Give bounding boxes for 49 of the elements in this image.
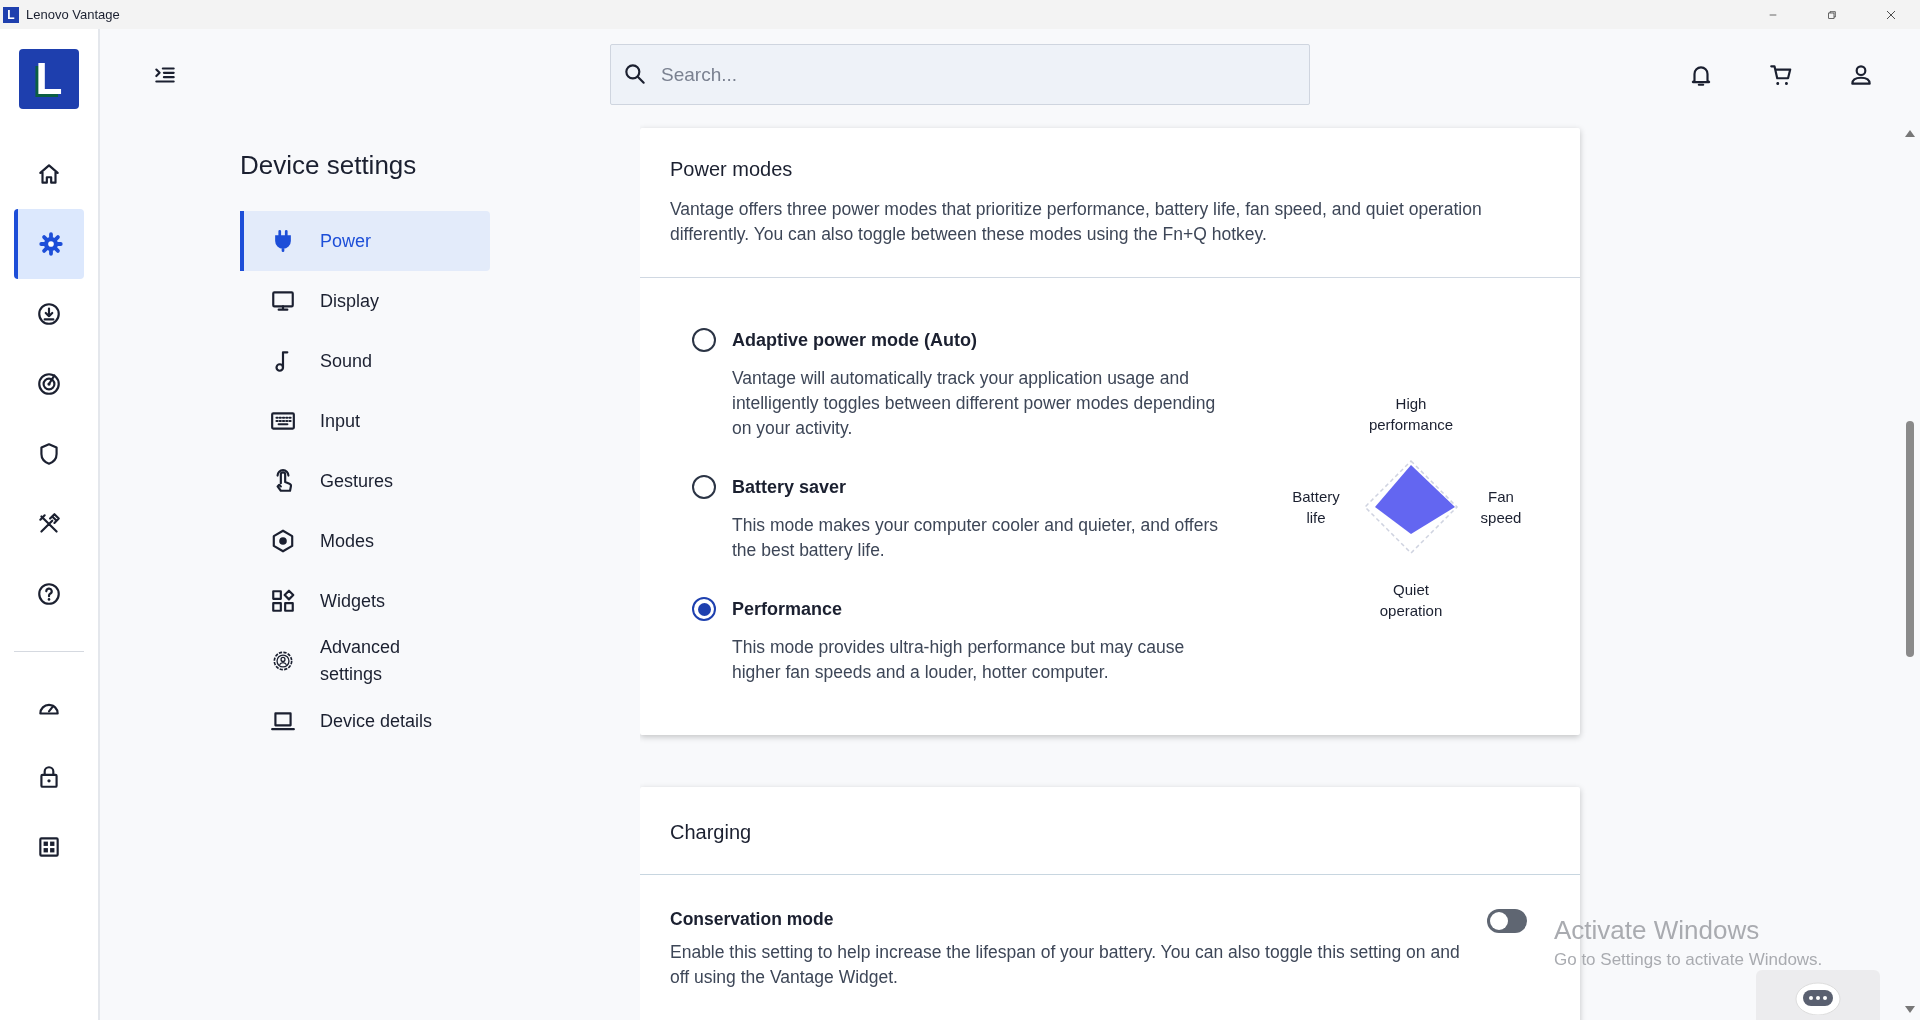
card-title: Charging	[670, 821, 753, 844]
setting-description: Enable this setting to help increase the lifespan of your battery. You can also toggle this setting on and off using the Vantage Widget.	[670, 941, 1461, 989]
scrollbar-thumb[interactable]	[1906, 421, 1914, 657]
axis-label: Battery life	[1291, 486, 1341, 528]
settings-nav-item[interactable]: Gestures	[240, 451, 490, 511]
app-logo: L	[3, 6, 19, 23]
activation-subtitle: Go to Settings to activate Windows.	[1554, 950, 1823, 970]
download-icon	[36, 301, 62, 327]
app-logo[interactable]: L	[19, 49, 79, 109]
settings-nav-item[interactable]: Advanced settings	[240, 631, 490, 691]
settings-nav-item[interactable]: Display	[240, 271, 490, 331]
activation-title: Activate Windows	[1554, 915, 1761, 946]
radio-button[interactable]	[692, 328, 716, 352]
card-description: Vantage offers three power modes that prioritize performance, battery life, fan speed, and quiet operation differently. You can also toggle between these modes using the Fn+Q hotkey.	[670, 198, 1483, 246]
axis-label: High performance	[1367, 393, 1455, 435]
option-description: This mode makes your computer cooler and quieter, and offers the best battery life.	[732, 514, 1220, 562]
chat-button[interactable]	[1756, 970, 1880, 1020]
option-description: This mode provides ultra-high performance but may cause higher fan speeds and a louder, hotter computer.	[732, 636, 1186, 684]
option-label: Battery saver	[732, 476, 848, 498]
settings-nav-item[interactable]: Input	[240, 391, 490, 451]
settings-nav-item[interactable]: Modes	[240, 511, 490, 571]
dashboard-icon	[36, 834, 62, 860]
target-icon	[36, 371, 62, 397]
settings-icon	[38, 231, 64, 257]
axis-label: Quiet operation	[1378, 579, 1444, 621]
setting-label: Conservation mode	[670, 909, 835, 930]
widgets-icon	[270, 588, 296, 614]
radio-button[interactable]	[692, 597, 716, 621]
scroll-up-icon[interactable]	[1904, 128, 1916, 138]
search-icon	[622, 61, 648, 87]
monitor-icon	[270, 288, 296, 314]
window-title: Lenovo Vantage	[26, 7, 121, 22]
home-icon	[36, 161, 62, 187]
radio-button[interactable]	[692, 475, 716, 499]
option-description: Vantage will automatically track your application usage and intelligently toggles between different power modes depending on your activity.	[732, 367, 1217, 440]
axis-label: Fan speed	[1479, 486, 1523, 528]
settings-nav-item[interactable]: Widgets	[240, 571, 490, 631]
card-title: Power modes	[670, 158, 794, 181]
hexagon-icon	[270, 528, 296, 554]
settings-nav-item[interactable]: Device details	[240, 691, 490, 751]
option-label: Adaptive power mode (Auto)	[732, 329, 978, 351]
toggle-switch[interactable]	[1487, 909, 1527, 933]
scroll-down-icon[interactable]	[1904, 1005, 1916, 1015]
search-field[interactable]: Search...	[610, 44, 1310, 105]
settings-nav-item[interactable]: Sound	[240, 331, 490, 391]
option-label: Performance	[732, 598, 844, 620]
help-icon	[36, 581, 62, 607]
settings-nav-item[interactable]: Power	[240, 211, 490, 271]
page-title: Device settings	[240, 150, 418, 181]
